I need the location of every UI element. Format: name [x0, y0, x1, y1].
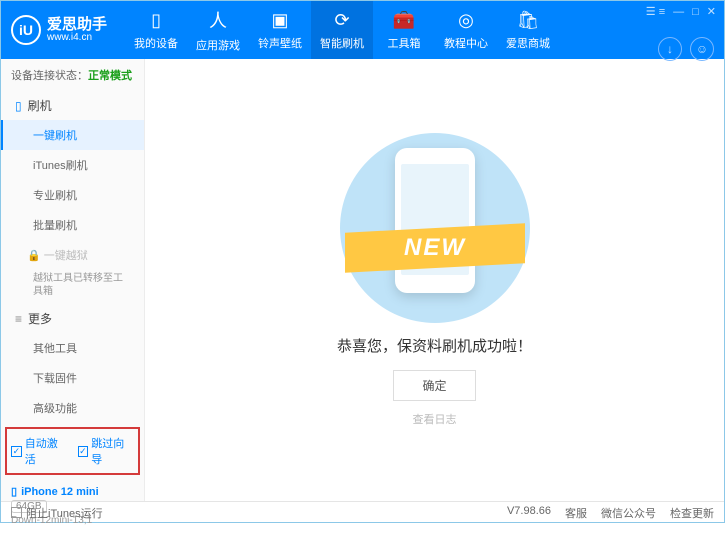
download-icon[interactable]: ↓ — [658, 37, 682, 61]
brand-name: 爱思助手 — [47, 17, 107, 32]
list-icon: ≡ — [15, 312, 22, 326]
wechat-link[interactable]: 微信公众号 — [601, 505, 656, 521]
nav-my-device[interactable]: ▯我的设备 — [125, 1, 187, 59]
flash-options: ✓自动激活 ✓跳过向导 — [5, 427, 140, 475]
sidebar-item-other-tools[interactable]: 其他工具 — [1, 333, 144, 363]
app-header: iU 爱思助手 www.i4.cn ▯我的设备 人应用游戏 ▣铃声壁纸 ⟳智能刷… — [1, 1, 724, 59]
cart-icon: 🛍 — [517, 10, 540, 31]
sidebar-item-batch-flash[interactable]: 批量刷机 — [1, 210, 144, 240]
nav-toolbox[interactable]: 🧰工具箱 — [373, 1, 435, 59]
phone-icon: ▯ — [151, 10, 161, 31]
sidebar-group-more[interactable]: ≡更多 — [1, 304, 144, 333]
new-banner: NEW — [404, 234, 466, 262]
block-itunes-label: 阻止iTunes运行 — [26, 505, 103, 521]
device-name[interactable]: ▯iPhone 12 mini — [11, 485, 134, 498]
sidebar-item-itunes-flash[interactable]: iTunes刷机 — [1, 150, 144, 180]
sidebar-group-flash[interactable]: ▯刷机 — [1, 91, 144, 120]
sidebar-item-oneclick-flash[interactable]: 一键刷机 — [1, 120, 144, 150]
phone-small-icon: ▯ — [11, 485, 17, 498]
toolbox-icon: 🧰 — [393, 10, 415, 31]
brand-url: www.i4.cn — [47, 32, 107, 44]
sidebar: 设备连接状态：正常模式 ▯刷机 一键刷机 iTunes刷机 专业刷机 批量刷机 … — [1, 59, 145, 501]
main-content: NEW 恭喜您，保资料刷机成功啦！ 确定 查看日志 — [145, 59, 724, 501]
nav-flash[interactable]: ⟳智能刷机 — [311, 1, 373, 59]
refresh-icon: ⟳ — [334, 10, 349, 31]
nav-tutorials[interactable]: ◎教程中心 — [435, 1, 497, 59]
nav-ringtones[interactable]: ▣铃声壁纸 — [249, 1, 311, 59]
support-link[interactable]: 客服 — [565, 505, 587, 521]
logo-text: 爱思助手 www.i4.cn — [47, 17, 107, 44]
main-nav: ▯我的设备 人应用游戏 ▣铃声壁纸 ⟳智能刷机 🧰工具箱 ◎教程中心 🛍爱思商城 — [125, 1, 559, 59]
logo-area: iU 爱思助手 www.i4.cn — [11, 15, 107, 45]
auto-activate-checkbox[interactable]: ✓自动激活 — [11, 435, 68, 467]
folder-icon: ▣ — [272, 10, 289, 31]
success-message: 恭喜您，保资料刷机成功啦！ — [337, 335, 532, 356]
nav-apps[interactable]: 人应用游戏 — [187, 1, 249, 59]
version-label: V7.98.66 — [507, 505, 551, 521]
jailbreak-hint: 越狱工具已转移至工具箱 — [1, 270, 144, 304]
skip-guide-checkbox[interactable]: ✓跳过向导 — [78, 435, 135, 467]
sidebar-item-download-firmware[interactable]: 下载固件 — [1, 363, 144, 393]
book-icon: ◎ — [458, 10, 474, 31]
user-icon[interactable]: ☺ — [690, 37, 714, 61]
lock-icon: 🔒 — [27, 250, 41, 262]
sidebar-item-advanced[interactable]: 高级功能 — [1, 393, 144, 423]
check-icon: ✓ — [11, 446, 22, 457]
connection-status: 设备连接状态：正常模式 — [1, 59, 144, 91]
apps-icon: 人 — [209, 7, 227, 33]
window-controls: ☰ ≡ — □ ✕ — [646, 5, 716, 18]
logo-icon: iU — [11, 15, 41, 45]
minimize-icon[interactable]: — — [673, 6, 684, 18]
block-itunes-checkbox[interactable] — [11, 507, 22, 518]
maximize-icon[interactable]: □ — [692, 6, 699, 18]
view-log-link[interactable]: 查看日志 — [413, 411, 457, 427]
phone-small-icon: ▯ — [15, 99, 22, 113]
close-icon[interactable]: ✕ — [707, 5, 716, 18]
nav-store[interactable]: 🛍爱思商城 — [497, 1, 559, 59]
check-update-link[interactable]: 检查更新 — [670, 505, 714, 521]
check-icon: ✓ — [78, 446, 89, 457]
menu-icon[interactable]: ☰ ≡ — [646, 5, 665, 18]
sidebar-item-pro-flash[interactable]: 专业刷机 — [1, 180, 144, 210]
success-illustration: NEW — [335, 133, 535, 323]
sidebar-item-jailbreak: 🔒 一键越狱 — [1, 240, 144, 270]
ok-button[interactable]: 确定 — [393, 370, 475, 401]
